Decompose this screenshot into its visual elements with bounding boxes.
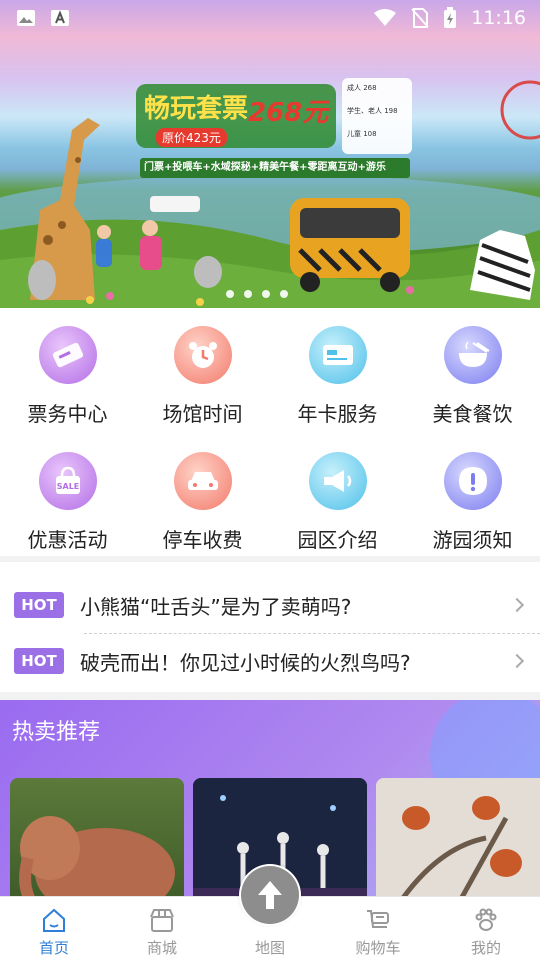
news-item[interactable]: HOT 小熊猫“吐舌头”是为了卖萌吗? [0,576,540,634]
nav-label: 购物车 [355,939,401,957]
service-menu: 票务中心 场馆时间 年卡服务 美食餐饮 SALE 优惠活动 停车收费 园区介绍 [0,308,540,556]
no-sim-icon [411,8,429,28]
hero-banner[interactable]: 畅玩套票 268元 原价423元 成人 268 学生、老人 198 儿童 108… [0,0,540,308]
price-line: 成人 268 [347,84,377,92]
monkeys-image [376,778,540,900]
menu-item-visitor-notice[interactable]: 游园须知 [405,434,540,556]
nav-label: 首页 [38,939,69,957]
megaphone-icon [308,452,367,510]
map-fab-button[interactable] [239,864,301,926]
banner-headline: 畅玩套票 [144,94,249,124]
hot-badge: HOT [14,648,64,674]
wifi-icon [374,9,397,26]
elephant-image [19,816,175,900]
banner-price-card: 成人 268 学生、老人 198 儿童 108 [342,78,412,154]
paw-icon [475,908,497,931]
news-title: 小熊猫“吐舌头”是为了卖萌吗? [80,594,352,619]
price-line: 儿童 108 [347,130,377,138]
hot-badge: HOT [14,592,64,618]
home-icon [43,908,65,932]
chevron-right-icon [509,653,525,669]
cart-icon [367,910,389,928]
banner-pagination [226,290,288,298]
sale-bag-icon: SALE [38,452,97,510]
menu-item-annual-card[interactable]: 年卡服务 [270,308,405,434]
pagination-dot[interactable] [244,290,252,298]
notice-icon [443,452,502,510]
ticket-icon [38,326,97,384]
banner-original-price: 原价423元 [156,128,227,147]
status-time: 11:16 [471,7,526,29]
chevron-right-icon [509,597,525,613]
menu-label: 年卡服务 [297,402,378,426]
menu-item-park-intro[interactable]: 园区介绍 [270,434,405,556]
hot-news-list: HOT 小熊猫“吐舌头”是为了卖萌吗? HOT 破壳而出！你见过小时候的火烈鸟吗… [0,562,540,692]
banner-price: 268元 [248,98,329,128]
section-title: 热卖推荐 [12,720,101,745]
news-divider [84,633,540,634]
font-icon [51,10,69,26]
shop-icon [150,909,174,932]
pagination-dot[interactable] [280,290,288,298]
card-icon [308,326,367,384]
menu-label: 美食餐饮 [432,402,513,426]
news-item[interactable]: HOT 破壳而出！你见过小时候的火烈鸟吗? [0,632,540,690]
battery-charging-icon [444,7,457,28]
menu-item-parking-fees[interactable]: 停车收费 [135,434,270,556]
menu-label: 优惠活动 [27,528,108,552]
svg-text:SALE: SALE [56,482,79,491]
status-bar: 11:16 [0,0,540,36]
menu-label: 园区介绍 [297,528,378,552]
menu-label: 场馆时间 [162,402,243,426]
menu-label: 票务中心 [27,402,108,426]
pagination-dot[interactable] [226,290,234,298]
nav-shop[interactable]: 商城 [108,897,216,960]
map-arrow-icon [241,866,299,924]
banner-slogan: 门票+投喂车+水域探秘+精美午餐+零距离互动+游乐 [140,158,410,178]
nav-cart[interactable]: 购物车 [324,897,432,960]
menu-label: 游园须知 [432,528,513,552]
banner-package-title: 畅玩套票 268元 原价423元 [136,78,336,156]
product-card-elephant[interactable] [10,778,184,900]
car-icon [173,452,232,510]
nav-profile[interactable]: 我的 [432,897,540,960]
pagination-dot[interactable] [262,290,270,298]
nav-label: 商城 [146,939,177,957]
price-line: 学生、老人 198 [347,107,398,115]
product-card-monkeys[interactable] [376,778,540,900]
nav-label: 我的 [470,939,501,957]
food-bowl-icon [443,326,502,384]
gallery-icon [17,10,35,26]
nav-home[interactable]: 首页 [0,897,108,960]
menu-item-venue-hours[interactable]: 场馆时间 [135,308,270,434]
menu-item-food-dining[interactable]: 美食餐饮 [405,308,540,434]
alarm-clock-icon [173,326,232,384]
news-title: 破壳而出！你见过小时候的火烈鸟吗? [80,650,411,675]
menu-item-promotions[interactable]: SALE 优惠活动 [0,434,135,556]
menu-item-ticket-center[interactable]: 票务中心 [0,308,135,434]
nav-label: 地图 [254,939,285,957]
menu-label: 停车收费 [162,528,243,552]
